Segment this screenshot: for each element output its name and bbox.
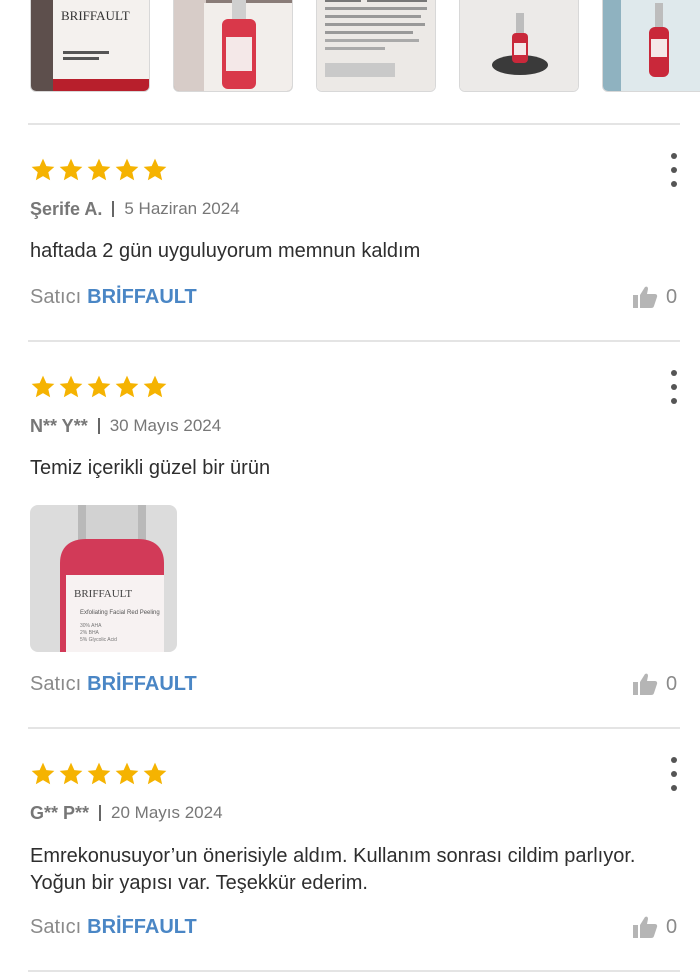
meta-separator xyxy=(99,805,102,821)
review-date: 5 Haziran 2024 xyxy=(124,199,240,218)
star-icon xyxy=(87,762,111,785)
review-photo[interactable]: BRIFFAULT Exfoliating Facial Red Peeling… xyxy=(30,505,177,652)
photo-ingredient: 30% AHA xyxy=(80,623,102,629)
review-author: G** P** xyxy=(30,802,90,823)
review-meta: N** Y** 30 Mayıs 2024 xyxy=(30,414,221,438)
image-gallery: BRIFFAULT xyxy=(0,0,700,96)
star-icon xyxy=(143,375,167,398)
like-count: 0 xyxy=(666,915,678,938)
more-options-icon[interactable] xyxy=(664,153,684,187)
review-date: 20 Mayıs 2024 xyxy=(111,803,223,822)
seller-link[interactable]: BRİFFAULT xyxy=(87,916,197,939)
seller-label: Satıcı xyxy=(30,915,82,938)
photo-ingredient: 2% BHA xyxy=(80,630,100,636)
section-divider xyxy=(28,970,680,972)
star-icon xyxy=(59,375,83,398)
star-icon xyxy=(115,762,139,785)
star-icon xyxy=(143,762,167,785)
more-options-icon[interactable] xyxy=(664,370,684,404)
meta-separator xyxy=(112,201,115,217)
seller-label: Satıcı xyxy=(30,672,82,695)
star-icon xyxy=(87,158,111,181)
star-icon xyxy=(87,375,111,398)
star-icon xyxy=(31,375,55,398)
like-button[interactable]: 0 xyxy=(632,914,677,940)
like-count: 0 xyxy=(666,672,678,695)
star-icon xyxy=(143,158,167,181)
seller-info: Satıcı BRİFFAULT xyxy=(30,671,197,697)
review-text: Temiz içerikli güzel bir ürün xyxy=(30,457,271,479)
gallery-thumbnail[interactable] xyxy=(602,0,700,92)
like-button[interactable]: 0 xyxy=(632,671,677,697)
review-meta: G** P** 20 Mayıs 2024 xyxy=(30,801,223,825)
gallery-thumbnail[interactable]: BRIFFAULT xyxy=(30,0,150,92)
photo-brand: BRIFFAULT xyxy=(74,588,132,600)
photo-product: Exfoliating Facial Red Peeling xyxy=(80,610,160,616)
star-icon xyxy=(59,158,83,181)
section-divider xyxy=(28,340,680,342)
star-icon xyxy=(31,158,55,181)
like-count: 0 xyxy=(666,285,678,308)
thumbs-up-icon xyxy=(633,286,658,308)
seller-link[interactable]: BRİFFAULT xyxy=(87,673,197,696)
star-icon xyxy=(59,762,83,785)
thumbs-up-icon xyxy=(633,673,658,695)
thumb-brand: BRIFFAULT xyxy=(61,8,130,23)
star-icon xyxy=(115,375,139,398)
section-divider xyxy=(28,727,680,729)
seller-info: Satıcı BRİFFAULT xyxy=(30,284,197,310)
meta-separator xyxy=(97,418,100,434)
star-rating xyxy=(30,374,168,400)
section-divider xyxy=(28,123,680,125)
review-text: Emrekonusuyor’un önerisiyle aldım. Kulla… xyxy=(30,845,636,894)
review-text: haftada 2 gün uyguluyorum memnun kaldım xyxy=(30,240,421,262)
review-author: N** Y** xyxy=(30,415,88,436)
gallery-thumbnail[interactable] xyxy=(316,0,436,92)
thumbs-up-icon xyxy=(633,916,658,938)
gallery-thumbnail[interactable] xyxy=(459,0,579,92)
star-rating xyxy=(30,761,168,787)
gallery-thumbnail[interactable] xyxy=(173,0,293,92)
like-button[interactable]: 0 xyxy=(632,284,677,310)
more-options-icon[interactable] xyxy=(664,757,684,791)
seller-info: Satıcı BRİFFAULT xyxy=(30,914,197,940)
seller-label: Satıcı xyxy=(30,285,82,308)
review-author: Şerife A. xyxy=(30,198,103,219)
star-icon xyxy=(115,158,139,181)
review-date: 30 Mayıs 2024 xyxy=(109,416,222,435)
seller-link[interactable]: BRİFFAULT xyxy=(87,286,197,309)
photo-ingredient: 5% Glycolic Acid xyxy=(80,637,117,643)
svg-text:Exfoliating Facial Red Peeling: Exfoliating Facial Red Peeling xyxy=(80,610,160,616)
star-rating xyxy=(30,157,168,183)
star-icon xyxy=(31,762,55,785)
review-meta: Şerife A. 5 Haziran 2024 xyxy=(30,197,240,221)
